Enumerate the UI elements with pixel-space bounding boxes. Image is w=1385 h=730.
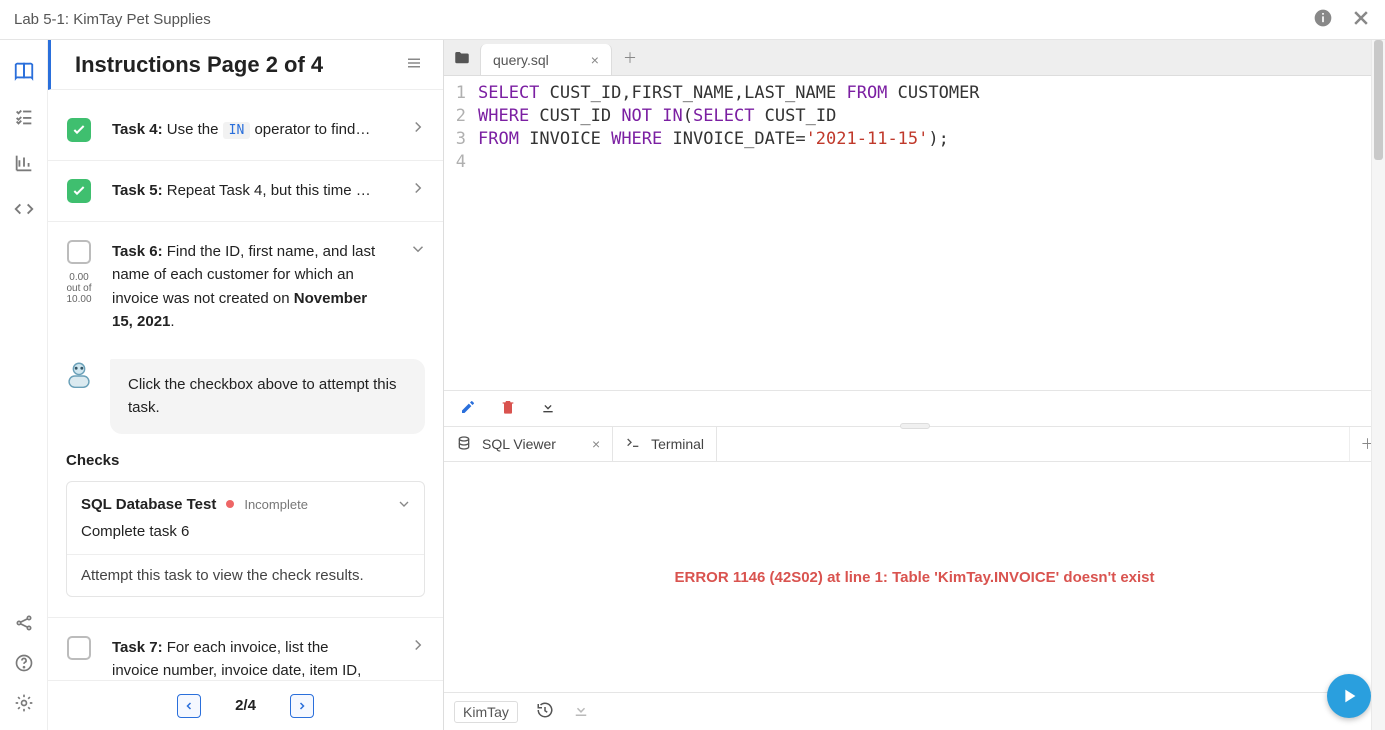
tab-label: query.sql	[493, 52, 549, 68]
tab-terminal[interactable]: Terminal	[613, 427, 717, 461]
task-6-checkbox[interactable]	[67, 240, 91, 264]
history-icon[interactable]	[536, 701, 554, 722]
task-5-summary: Task 5: Repeat Task 4, but this time use…	[112, 179, 372, 203]
scrollbar-thumb[interactable]	[1374, 40, 1383, 160]
download-icon[interactable]	[540, 399, 556, 418]
tab-label: Terminal	[651, 436, 704, 452]
check-bottom: Attempt this task to view the check resu…	[67, 554, 424, 596]
db-selector[interactable]: KimTay	[454, 701, 518, 723]
chevron-right-icon	[409, 118, 427, 139]
menu-icon[interactable]	[405, 54, 423, 75]
tab-sql-viewer[interactable]: SQL Viewer ×	[444, 427, 613, 461]
chart-icon[interactable]	[13, 152, 35, 174]
instructions-panel: Instructions Page 2 of 4 Task 4: Use the…	[48, 40, 444, 730]
window-title: Lab 5-1: KimTay Pet Supplies	[14, 11, 211, 28]
code-content[interactable]: SELECT CUST_ID,FIRST_NAME,LAST_NAME FROM…	[472, 76, 1385, 390]
pager-label: 2/4	[235, 697, 256, 714]
new-tab-button[interactable]: ＋	[612, 40, 648, 75]
status-dot-icon	[226, 500, 234, 508]
task-6[interactable]: 0.00out of10.00 Task 6: Find the ID, fir…	[48, 222, 443, 351]
pager: 2/4	[48, 680, 443, 730]
page-scrollbar[interactable]	[1371, 40, 1385, 730]
task-7[interactable]: Task 7: For each invoice, list the invoi…	[48, 617, 443, 681]
task-5[interactable]: Task 5: Repeat Task 4, but this time use…	[48, 161, 443, 222]
task-6-score: 0.00out of10.00	[66, 272, 91, 305]
chevron-right-icon	[409, 179, 427, 200]
checkbox-done-icon	[67, 118, 91, 142]
code-icon[interactable]	[13, 198, 35, 220]
share-icon[interactable]	[13, 612, 35, 634]
tab-close-icon[interactable]: ×	[591, 52, 599, 68]
tasks-icon[interactable]	[13, 106, 35, 128]
error-message: ERROR 1146 (42S02) at line 1: Table 'Kim…	[674, 569, 1154, 586]
delete-icon[interactable]	[500, 399, 516, 418]
editor-tabbar: query.sql × ＋	[444, 40, 1385, 76]
title-bar: Lab 5-1: KimTay Pet Supplies	[0, 0, 1385, 40]
gear-icon[interactable]	[13, 692, 35, 714]
checks-heading: Checks	[66, 452, 425, 469]
editor-toolbar	[444, 390, 1385, 426]
task-4[interactable]: Task 4: Use the IN operator to find the …	[48, 100, 443, 161]
chevron-down-icon	[409, 240, 427, 261]
check-status: Incomplete	[244, 497, 308, 512]
editor-tab-query[interactable]: query.sql ×	[480, 44, 612, 75]
tab-close-icon[interactable]: ×	[592, 436, 600, 452]
info-icon[interactable]	[1313, 8, 1333, 32]
line-gutter: 1234	[444, 76, 472, 390]
task-7-body: Task 7: For each invoice, list the invoi…	[112, 636, 362, 681]
database-icon	[456, 435, 472, 454]
editor-area: query.sql × ＋ 1234 SELECT CUST_ID,FIRST_…	[444, 40, 1385, 730]
close-icon[interactable]	[1351, 8, 1371, 32]
code-editor[interactable]: 1234 SELECT CUST_ID,FIRST_NAME,LAST_NAME…	[444, 76, 1385, 390]
bottom-tabbar: SQL Viewer × Terminal ＋	[444, 426, 1385, 462]
help-icon[interactable]	[13, 652, 35, 674]
check-card[interactable]: SQL Database Test Incomplete Complete ta…	[66, 481, 425, 597]
check-title: SQL Database Test	[81, 496, 216, 513]
pager-next-button[interactable]	[290, 694, 314, 718]
result-pane: ERROR 1146 (42S02) at line 1: Table 'Kim…	[444, 462, 1385, 692]
resize-grip-icon[interactable]	[900, 423, 930, 429]
check-mid: Complete task 6	[67, 523, 424, 554]
task-list[interactable]: Task 4: Use the IN operator to find the …	[48, 90, 443, 680]
edit-icon[interactable]	[460, 399, 476, 418]
task-6-body: Task 6: Find the ID, first name, and las…	[112, 240, 377, 333]
folder-icon[interactable]	[444, 40, 480, 75]
checks-section: Checks SQL Database Test Incomplete Comp…	[48, 452, 443, 617]
chevron-down-icon	[396, 496, 412, 515]
run-button[interactable]	[1327, 674, 1371, 718]
download-results-icon[interactable]	[572, 701, 590, 722]
editor-footer: KimTay	[444, 692, 1385, 730]
task-7-checkbox[interactable]	[67, 636, 91, 660]
bot-hint-row: Click the checkbox above to attempt this…	[48, 351, 443, 452]
task-4-summary: Task 4: Use the IN operator to find the …	[112, 118, 372, 142]
bot-message: Click the checkbox above to attempt this…	[110, 359, 425, 434]
book-icon[interactable]	[13, 60, 35, 82]
left-rail	[0, 40, 48, 730]
terminal-icon	[625, 435, 641, 454]
pager-prev-button[interactable]	[177, 694, 201, 718]
bot-icon	[62, 359, 96, 434]
checkbox-done-icon	[67, 179, 91, 203]
tab-label: SQL Viewer	[482, 436, 556, 452]
chevron-right-icon	[409, 636, 427, 657]
instructions-heading: Instructions Page 2 of 4	[75, 52, 323, 78]
